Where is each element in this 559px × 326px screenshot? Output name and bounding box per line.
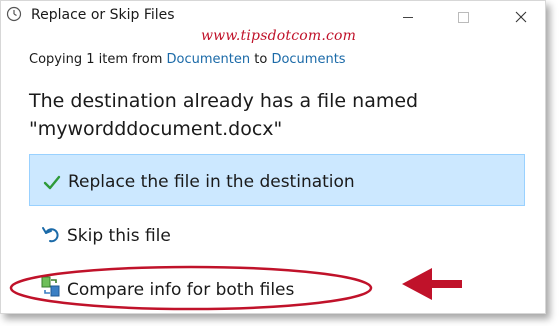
destination-folder-link[interactable]: Documents	[271, 52, 345, 67]
skip-file-option[interactable]: Skip this file	[29, 211, 525, 263]
replace-file-label: Replace the file in the destination	[68, 172, 355, 192]
conflict-message: The destination already has a file named…	[29, 87, 418, 143]
clock-icon	[6, 6, 22, 22]
maximize-icon	[457, 11, 469, 23]
replace-or-skip-dialog: Replace or Skip Files www.tipsdotcom.com…	[0, 0, 546, 314]
compare-files-option[interactable]: Compare info for both files	[29, 265, 525, 317]
minimize-icon	[403, 16, 413, 18]
close-icon	[515, 8, 527, 27]
window-title: Replace or Skip Files	[31, 7, 175, 23]
copy-status-connector: to	[250, 52, 272, 67]
copy-status: Copying 1 item from Documenten to Docume…	[29, 52, 346, 67]
undo-arrow-icon	[41, 224, 61, 244]
copy-status-prefix: Copying 1 item from	[29, 52, 167, 67]
compare-files-label: Compare info for both files	[67, 280, 295, 300]
checkmark-icon	[42, 173, 62, 193]
skip-file-label: Skip this file	[67, 226, 171, 246]
conflict-message-line1: The destination already has a file named	[29, 90, 419, 112]
minimize-button[interactable]	[385, 1, 431, 33]
compare-files-icon	[41, 276, 61, 297]
watermark: www.tipsdotcom.com	[201, 28, 357, 44]
maximize-button[interactable]	[440, 1, 486, 33]
source-folder-link[interactable]: Documenten	[167, 52, 251, 67]
close-button[interactable]	[498, 1, 544, 33]
replace-file-option[interactable]: Replace the file in the destination	[29, 154, 525, 206]
conflict-filename: "mywordddocument.docx"	[29, 118, 283, 140]
